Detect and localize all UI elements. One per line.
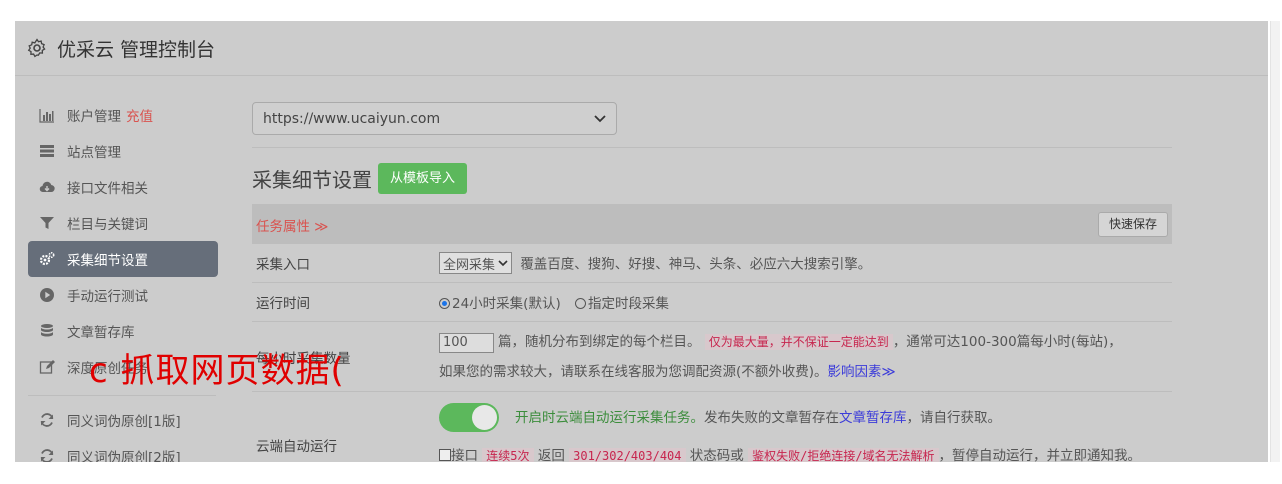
recharge-link[interactable]: 充值: [126, 105, 153, 125]
section-title: 采集细节设置: [252, 167, 372, 192]
bar-chart-icon: [39, 109, 54, 123]
gear-icon: [27, 38, 46, 58]
sidebar-item-synonym-v2[interactable]: 同义词伪原创[2版]: [28, 438, 218, 462]
import-template-button[interactable]: 从模板导入: [378, 162, 468, 194]
cloud-run-toggle[interactable]: [439, 403, 499, 432]
row-runtime: 运行时间 24小时采集(默认) 指定时段采集: [252, 283, 1172, 322]
cb-text: ，暂停自动运行，并立即通知我。: [938, 447, 1142, 463]
sidebar-item-synonym-v1[interactable]: 同义词伪原创[1版]: [28, 402, 218, 438]
sidebar-item-label: 同义词伪原创[2版]: [67, 450, 181, 462]
divider: [252, 147, 1172, 148]
count-input[interactable]: 100: [439, 332, 494, 353]
count-text: 如果您的需求较大，请联系在线客服为您调配资源(不额外收费)。: [439, 363, 828, 380]
sidebar-item-label: 手动运行测试: [67, 289, 148, 305]
radio-24h-label: 24小时采集(默认): [452, 296, 561, 312]
sidebar-item-interface[interactable]: 接口文件相关: [28, 169, 218, 205]
cloud-text: 发布失败的文章暂存在: [704, 409, 839, 426]
task-attributes-header: 任务属性 ≫ 快速保存: [252, 205, 1172, 244]
badge-5times: 连续5次: [482, 447, 534, 462]
database-icon: [41, 324, 53, 337]
sidebar-item-manual-run[interactable]: 手动运行测试: [28, 277, 218, 313]
section-header: 采集细节设置 从模板导入: [252, 162, 1172, 194]
settings-table: 任务属性 ≫ 快速保存 采集入口 全网采集 覆盖百度、搜狗、好搜、神马、头条、必…: [252, 204, 1172, 462]
count-text: ，通常可达100-300篇每小时(每站)，: [892, 333, 1122, 350]
radio-24h[interactable]: [439, 298, 450, 309]
cloud-text: ，请自行获取。: [906, 409, 1002, 426]
sidebar-item-label: 接口文件相关: [67, 181, 148, 197]
cb-text: 接口: [451, 447, 478, 463]
sidebar-item-label: 账户管理: [67, 109, 121, 125]
cloud-text: 开启时云端自动运行采集任务。: [515, 409, 704, 426]
count-text: 篇，随机分布到绑定的每个栏目。: [498, 333, 701, 350]
console-overlay: 优采云 管理控制台 账户管理 充值 站点管理 接口文件相关 栏目与关键词 采集细…: [15, 21, 1268, 462]
max-note-badge: 仅为最大量，并不保证一定能达到: [704, 333, 893, 350]
refresh-icon: [40, 449, 54, 462]
page-title: 优采云 管理控制台: [57, 38, 216, 61]
badge-errors: 鉴权失败/拒绝连接/域名无法解析: [748, 447, 939, 462]
row-label: 云端自动运行: [256, 438, 337, 455]
play-circle-icon: [40, 288, 54, 302]
site-select-value: https://www.ucaiyun.com: [263, 110, 441, 127]
filter-icon: [40, 217, 54, 229]
row-entry: 采集入口 全网采集 覆盖百度、搜狗、好搜、神马、头条、必应六大搜索引擎。: [252, 244, 1172, 283]
row-cloud-run: 云端自动运行 开启时云端自动运行采集任务。发布失败的文章暂存在文章暂存库，请自行…: [252, 392, 1172, 462]
main-content: https://www.ucaiyun.com 采集细节设置 从模板导入 任务属…: [252, 97, 1172, 462]
sidebar-item-keywords[interactable]: 栏目与关键词: [28, 205, 218, 241]
article-store-link[interactable]: 文章暂存库: [839, 410, 907, 426]
badge-status-codes: 301/302/403/404: [569, 447, 686, 462]
sidebar-item-label: 同义词伪原创[1版]: [67, 414, 181, 430]
sidebar-item-sites[interactable]: 站点管理: [28, 133, 218, 169]
server-icon: [40, 145, 54, 157]
watermark-text: c 抓取网页数据(: [89, 351, 345, 391]
page-header: 优采云 管理控制台: [15, 21, 1268, 76]
entry-select-value: 全网采集: [443, 257, 496, 273]
row-label: 采集入口: [256, 257, 310, 273]
cb-text: 状态码或: [689, 447, 744, 463]
quick-save-button[interactable]: 快速保存: [1097, 212, 1168, 237]
entry-description: 覆盖百度、搜狗、好搜、神马、头条、必应六大搜索引擎。: [520, 256, 872, 273]
sidebar-divider: [28, 395, 216, 396]
cogs-icon: [39, 251, 55, 266]
entry-select[interactable]: 全网采集: [439, 252, 513, 274]
chevron-down-icon: [594, 114, 606, 122]
factors-link[interactable]: 影响因素≫: [828, 364, 896, 380]
refresh-icon: [40, 413, 54, 427]
scrollbar[interactable]: [1270, 21, 1280, 462]
site-select[interactable]: https://www.ucaiyun.com: [252, 102, 617, 135]
cloud-download-icon: [39, 181, 55, 193]
edit-icon: [39, 360, 55, 374]
sidebar-item-label: 站点管理: [67, 145, 121, 161]
sidebar-item-label: 采集细节设置: [67, 253, 148, 269]
row-label: 运行时间: [256, 296, 310, 312]
radio-scheduled-label: 指定时段采集: [588, 296, 670, 312]
sidebar-item-account[interactable]: 账户管理 充值: [28, 97, 218, 133]
pause-checkbox[interactable]: [439, 448, 451, 461]
radio-scheduled[interactable]: [575, 298, 587, 309]
sidebar-item-label: 栏目与关键词: [67, 217, 148, 233]
sidebar-item-collect-settings[interactable]: 采集细节设置: [28, 241, 218, 277]
chevron-down-icon: [498, 259, 508, 266]
cb-text: 返回: [537, 447, 565, 463]
sidebar: 账户管理 充值 站点管理 接口文件相关 栏目与关键词 采集细节设置 手动运行测试…: [28, 97, 218, 462]
sidebar-item-label: 文章暂存库: [67, 325, 135, 341]
task-attributes-toggle[interactable]: 任务属性 ≫: [256, 215, 328, 235]
row-hourly-count: 每小时采集数量 100 篇，随机分布到绑定的每个栏目。 仅为最大量，并不保证一定能…: [252, 322, 1172, 392]
